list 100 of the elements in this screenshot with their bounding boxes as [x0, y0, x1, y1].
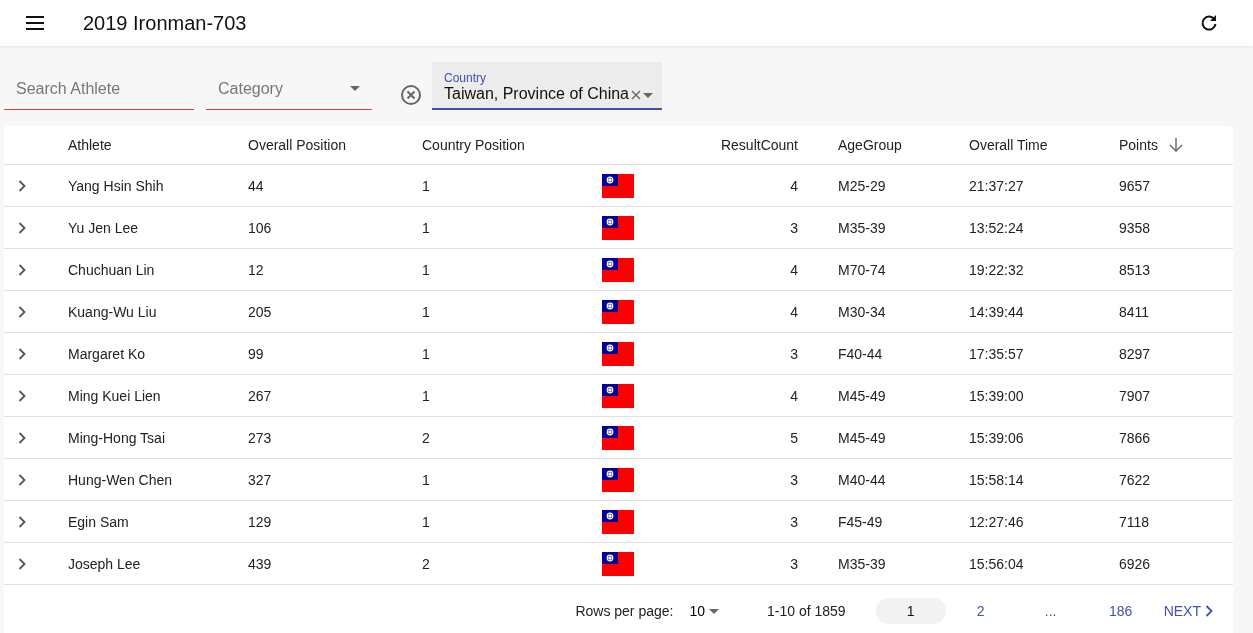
caret-icon — [643, 92, 653, 98]
table-cell: 8513 — [1119, 261, 1151, 278]
page-button[interactable]: 2 — [945, 598, 1016, 624]
table-cell: 1 — [422, 261, 430, 278]
table-cell: 7622 — [1119, 471, 1151, 488]
table-cell: 1 — [422, 303, 430, 320]
country-dropdown[interactable]: Country Taiwan, Province of China — [432, 62, 662, 110]
table-cell: 44 — [248, 177, 264, 194]
table-cell: Ming-Hong Tsai — [68, 429, 165, 446]
column-header[interactable]: ResultCount — [720, 137, 798, 153]
column-header[interactable]: AgeGroup — [838, 137, 902, 153]
column-header[interactable]: Overall Time — [969, 137, 1048, 153]
table-cell: 7907 — [1119, 387, 1151, 404]
table-cell: 5 — [790, 429, 798, 446]
table-cell: 267 — [248, 387, 272, 404]
flag-icon — [602, 173, 634, 198]
table-cell: 2 — [422, 429, 430, 446]
flag-icon — [602, 299, 634, 324]
page-button[interactable]: 186 — [1085, 598, 1156, 624]
table-cell: 13:52:24 — [969, 219, 1024, 236]
table-cell: 1 — [422, 177, 430, 194]
expand-icon[interactable] — [18, 179, 26, 192]
caret-icon — [350, 86, 360, 91]
rows-per-page-select[interactable]: 10 — [689, 603, 720, 619]
table-cell: M25-29 — [838, 177, 886, 194]
table-cell: 129 — [248, 513, 272, 530]
table-cell: 439 — [248, 555, 272, 572]
table-cell: Yu Jen Lee — [68, 219, 139, 236]
page-range: 1-10 of 1859 — [767, 603, 846, 619]
table-cell: M40-44 — [838, 471, 886, 488]
table-cell: 327 — [248, 471, 272, 488]
expand-icon[interactable] — [18, 389, 26, 402]
column-header[interactable]: Athlete — [68, 137, 112, 153]
page-button[interactable]: 1 — [875, 598, 946, 624]
table-cell: 1 — [422, 219, 430, 236]
table-cell: Ming Kuei Lien — [68, 387, 161, 404]
flag-icon — [602, 467, 634, 492]
clear-icon[interactable] — [400, 84, 422, 106]
table-cell: 15:56:04 — [969, 555, 1024, 572]
table-cell: M35-39 — [838, 555, 886, 572]
search-field[interactable]: Search Athlete — [4, 68, 194, 110]
next-button[interactable]: NEXT — [1163, 603, 1213, 619]
table-cell: F40-44 — [838, 345, 883, 362]
expand-icon[interactable] — [18, 515, 26, 528]
flag-icon — [602, 383, 634, 408]
table-cell: 15:39:06 — [969, 429, 1024, 446]
expand-icon[interactable] — [18, 305, 26, 318]
column-header[interactable]: Overall Position — [248, 137, 347, 153]
menu-icon[interactable] — [24, 15, 46, 31]
table-cell: M45-49 — [838, 429, 886, 446]
flag-icon — [602, 509, 634, 534]
flag-icon — [602, 257, 634, 282]
expand-icon[interactable] — [18, 473, 26, 486]
column-header[interactable]: Country Position — [422, 137, 525, 153]
table-cell: Margaret Ko — [68, 345, 146, 362]
table-cell: 7866 — [1119, 429, 1151, 446]
table-cell: 1 — [422, 471, 430, 488]
table-cell: 12:27:46 — [969, 513, 1024, 530]
table-cell: 4 — [790, 177, 798, 194]
table-cell: M45-49 — [838, 387, 886, 404]
sort-arrow-icon[interactable] — [1167, 137, 1184, 153]
table-cell: 3 — [790, 219, 798, 236]
table-cell: 8297 — [1119, 345, 1151, 362]
refresh-icon[interactable] — [1199, 13, 1219, 33]
chevron-right-icon[interactable] — [1205, 605, 1213, 617]
table-cell: 273 — [248, 429, 272, 446]
table-cell: 21:37:27 — [969, 177, 1024, 194]
table-cell: 15:39:00 — [969, 387, 1024, 404]
table-cell: 1 — [422, 513, 430, 530]
category-dropdown[interactable]: Category — [206, 68, 372, 110]
expand-icon[interactable] — [18, 431, 26, 444]
close-icon[interactable] — [631, 90, 641, 100]
flag-icon — [602, 215, 634, 240]
table-cell: 4 — [790, 387, 798, 404]
table-cell: 99 — [248, 345, 264, 362]
flag-icon — [602, 551, 634, 576]
expand-icon[interactable] — [18, 221, 26, 234]
table-cell: 6926 — [1119, 555, 1151, 572]
table-cell: F45-49 — [838, 513, 883, 530]
table-cell: 4 — [790, 303, 798, 320]
table-cell: M35-39 — [838, 219, 886, 236]
table-cell: 14:39:44 — [969, 303, 1024, 320]
table-cell: Yang Hsin Shih — [68, 177, 164, 194]
table-cell: 3 — [790, 513, 798, 530]
expand-icon[interactable] — [18, 557, 26, 570]
table-cell: 19:22:32 — [969, 261, 1024, 278]
expand-icon[interactable] — [18, 263, 26, 276]
expand-icon[interactable] — [18, 347, 26, 360]
table-cell: 106 — [248, 219, 272, 236]
table-cell: Kuang-Wu Liu — [68, 303, 157, 320]
table-cell: 1 — [422, 345, 430, 362]
column-header[interactable]: Points — [1119, 137, 1158, 153]
table-cell: M70-74 — [838, 261, 886, 278]
table-cell: 3 — [790, 345, 798, 362]
table-cell: 9358 — [1119, 219, 1151, 236]
table-cell: 15:58:14 — [969, 471, 1024, 488]
table-cell: 205 — [248, 303, 272, 320]
rows-per-page-label: Rows per page: — [575, 603, 674, 619]
table-cell: 3 — [790, 471, 798, 488]
table-cell: 3 — [790, 555, 798, 572]
